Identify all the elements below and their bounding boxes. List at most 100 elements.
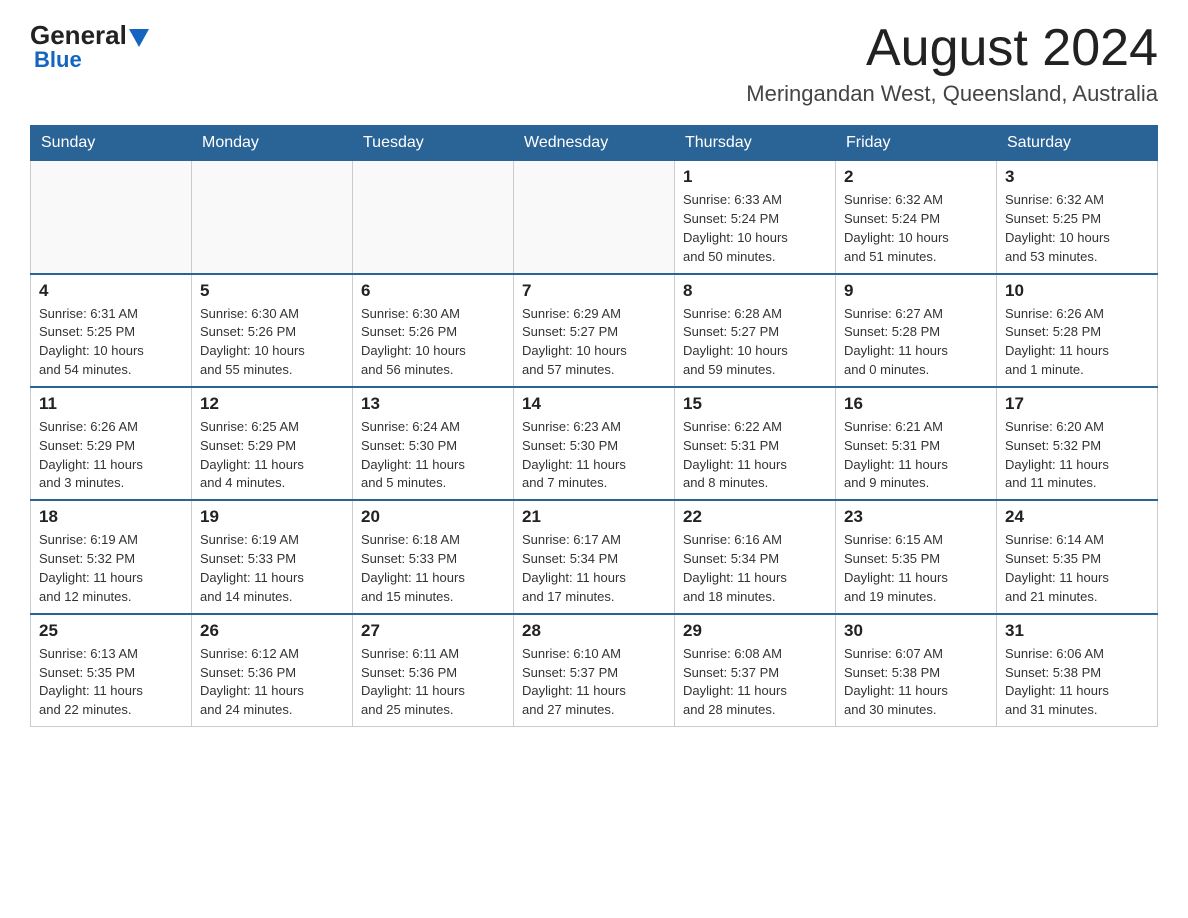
day-number: 8 (683, 281, 827, 301)
day-number: 3 (1005, 167, 1149, 187)
day-info: Sunrise: 6:27 AMSunset: 5:28 PMDaylight:… (844, 305, 988, 380)
day-info: Sunrise: 6:29 AMSunset: 5:27 PMDaylight:… (522, 305, 666, 380)
day-number: 30 (844, 621, 988, 641)
calendar-cell: 17 Sunrise: 6:20 AMSunset: 5:32 PMDayligh… (997, 387, 1158, 500)
calendar-week-row: 4Sunrise: 6:31 AMSunset: 5:25 PMDaylight… (31, 274, 1158, 387)
logo-arrow-icon (129, 29, 149, 47)
day-number: 24 (1005, 507, 1149, 527)
calendar-cell (514, 161, 675, 274)
calendar-cell: 31 Sunrise: 6:06 AMSunset: 5:38 PMDayligh… (997, 614, 1158, 727)
calendar-day-header: Sunday (31, 126, 192, 161)
day-number: 28 (522, 621, 666, 641)
day-number: 22 (683, 507, 827, 527)
logo: General Blue (30, 20, 149, 73)
calendar-cell: 21 Sunrise: 6:17 AMSunset: 5:34 PMDayligh… (514, 500, 675, 613)
day-number: 4 (39, 281, 183, 301)
day-info: Sunrise: 6:30 AMSunset: 5:26 PMDaylight:… (200, 305, 344, 380)
day-info: Sunrise: 6:21 AMSunset: 5:31 PMDaylight:… (844, 418, 988, 493)
day-number: 14 (522, 394, 666, 414)
calendar-cell (353, 161, 514, 274)
day-info: Sunrise: 6:16 AMSunset: 5:34 PMDaylight:… (683, 531, 827, 606)
day-info: Sunrise: 6:18 AMSunset: 5:33 PMDaylight:… (361, 531, 505, 606)
calendar-cell: 13Sunrise: 6:24 AMSunset: 5:30 PMDayligh… (353, 387, 514, 500)
calendar-week-row: 1Sunrise: 6:33 AMSunset: 5:24 PMDaylight… (31, 161, 1158, 274)
calendar-cell: 5Sunrise: 6:30 AMSunset: 5:26 PMDaylight… (192, 274, 353, 387)
calendar-cell: 1Sunrise: 6:33 AMSunset: 5:24 PMDaylight… (675, 161, 836, 274)
day-info: Sunrise: 6:30 AMSunset: 5:26 PMDaylight:… (361, 305, 505, 380)
day-number: 7 (522, 281, 666, 301)
title-area: August 2024 Meringandan West, Queensland… (746, 20, 1158, 107)
calendar-day-header: Tuesday (353, 126, 514, 161)
day-info: Sunrise: 6:26 AMSunset: 5:28 PMDaylight:… (1005, 305, 1149, 380)
calendar-day-header: Friday (836, 126, 997, 161)
calendar-day-header: Wednesday (514, 126, 675, 161)
calendar-cell: 25 Sunrise: 6:13 AMSunset: 5:35 PMDayligh… (31, 614, 192, 727)
calendar-cell: 22 Sunrise: 6:16 AMSunset: 5:34 PMDayligh… (675, 500, 836, 613)
day-info: Sunrise: 6:20 AMSunset: 5:32 PMDaylight:… (1005, 418, 1149, 493)
day-info: Sunrise: 6:15 AMSunset: 5:35 PMDaylight:… (844, 531, 988, 606)
day-info: Sunrise: 6:23 AMSunset: 5:30 PMDaylight:… (522, 418, 666, 493)
day-number: 25 (39, 621, 183, 641)
calendar-cell: 19Sunrise: 6:19 AMSunset: 5:33 PMDayligh… (192, 500, 353, 613)
logo-sub: Blue (34, 47, 82, 73)
calendar-cell: 27Sunrise: 6:11 AMSunset: 5:36 PMDayligh… (353, 614, 514, 727)
calendar-cell: 4Sunrise: 6:31 AMSunset: 5:25 PMDaylight… (31, 274, 192, 387)
day-info: Sunrise: 6:32 AMSunset: 5:24 PMDaylight:… (844, 191, 988, 266)
calendar-cell: 11 Sunrise: 6:26 AMSunset: 5:29 PMDayligh… (31, 387, 192, 500)
calendar-cell: 2 Sunrise: 6:32 AMSunset: 5:24 PMDaylight… (836, 161, 997, 274)
day-info: Sunrise: 6:14 AMSunset: 5:35 PMDaylight:… (1005, 531, 1149, 606)
day-number: 18 (39, 507, 183, 527)
calendar-table: SundayMondayTuesdayWednesdayThursdayFrid… (30, 125, 1158, 727)
day-info: Sunrise: 6:17 AMSunset: 5:34 PMDaylight:… (522, 531, 666, 606)
location-title: Meringandan West, Queensland, Australia (746, 81, 1158, 107)
day-info: Sunrise: 6:19 AMSunset: 5:32 PMDaylight:… (39, 531, 183, 606)
day-info: Sunrise: 6:08 AMSunset: 5:37 PMDaylight:… (683, 645, 827, 720)
calendar-cell: 16 Sunrise: 6:21 AMSunset: 5:31 PMDayligh… (836, 387, 997, 500)
day-info: Sunrise: 6:12 AMSunset: 5:36 PMDaylight:… (200, 645, 344, 720)
day-info: Sunrise: 6:11 AMSunset: 5:36 PMDaylight:… (361, 645, 505, 720)
calendar-cell (192, 161, 353, 274)
day-number: 17 (1005, 394, 1149, 414)
calendar-cell: 12Sunrise: 6:25 AMSunset: 5:29 PMDayligh… (192, 387, 353, 500)
day-info: Sunrise: 6:26 AMSunset: 5:29 PMDaylight:… (39, 418, 183, 493)
calendar-day-header: Saturday (997, 126, 1158, 161)
day-number: 16 (844, 394, 988, 414)
day-number: 21 (522, 507, 666, 527)
day-number: 2 (844, 167, 988, 187)
calendar-cell: 28 Sunrise: 6:10 AMSunset: 5:37 PMDayligh… (514, 614, 675, 727)
calendar-cell: 20 Sunrise: 6:18 AMSunset: 5:33 PMDayligh… (353, 500, 514, 613)
day-info: Sunrise: 6:13 AMSunset: 5:35 PMDaylight:… (39, 645, 183, 720)
calendar-day-header: Monday (192, 126, 353, 161)
calendar-cell: 8 Sunrise: 6:28 AMSunset: 5:27 PMDaylight… (675, 274, 836, 387)
day-number: 11 (39, 394, 183, 414)
day-number: 19 (200, 507, 344, 527)
calendar-cell: 6Sunrise: 6:30 AMSunset: 5:26 PMDaylight… (353, 274, 514, 387)
day-number: 10 (1005, 281, 1149, 301)
calendar-cell: 23 Sunrise: 6:15 AMSunset: 5:35 PMDayligh… (836, 500, 997, 613)
day-number: 9 (844, 281, 988, 301)
calendar-week-row: 25 Sunrise: 6:13 AMSunset: 5:35 PMDayligh… (31, 614, 1158, 727)
day-info: Sunrise: 6:28 AMSunset: 5:27 PMDaylight:… (683, 305, 827, 380)
day-info: Sunrise: 6:10 AMSunset: 5:37 PMDaylight:… (522, 645, 666, 720)
day-number: 26 (200, 621, 344, 641)
day-number: 23 (844, 507, 988, 527)
calendar-header-row: SundayMondayTuesdayWednesdayThursdayFrid… (31, 126, 1158, 161)
calendar-day-header: Thursday (675, 126, 836, 161)
calendar-cell: 9 Sunrise: 6:27 AMSunset: 5:28 PMDaylight… (836, 274, 997, 387)
day-info: Sunrise: 6:06 AMSunset: 5:38 PMDaylight:… (1005, 645, 1149, 720)
day-number: 20 (361, 507, 505, 527)
day-info: Sunrise: 6:22 AMSunset: 5:31 PMDaylight:… (683, 418, 827, 493)
page-header: General Blue August 2024 Meringandan Wes… (30, 20, 1158, 107)
calendar-cell: 15Sunrise: 6:22 AMSunset: 5:31 PMDayligh… (675, 387, 836, 500)
month-title: August 2024 (746, 20, 1158, 77)
calendar-cell: 26 Sunrise: 6:12 AMSunset: 5:36 PMDayligh… (192, 614, 353, 727)
day-number: 29 (683, 621, 827, 641)
calendar-cell: 3Sunrise: 6:32 AMSunset: 5:25 PMDaylight… (997, 161, 1158, 274)
calendar-cell (31, 161, 192, 274)
calendar-cell: 18 Sunrise: 6:19 AMSunset: 5:32 PMDayligh… (31, 500, 192, 613)
day-info: Sunrise: 6:07 AMSunset: 5:38 PMDaylight:… (844, 645, 988, 720)
day-number: 31 (1005, 621, 1149, 641)
calendar-cell: 30 Sunrise: 6:07 AMSunset: 5:38 PMDayligh… (836, 614, 997, 727)
calendar-cell: 24 Sunrise: 6:14 AMSunset: 5:35 PMDayligh… (997, 500, 1158, 613)
calendar-cell: 10 Sunrise: 6:26 AMSunset: 5:28 PMDayligh… (997, 274, 1158, 387)
